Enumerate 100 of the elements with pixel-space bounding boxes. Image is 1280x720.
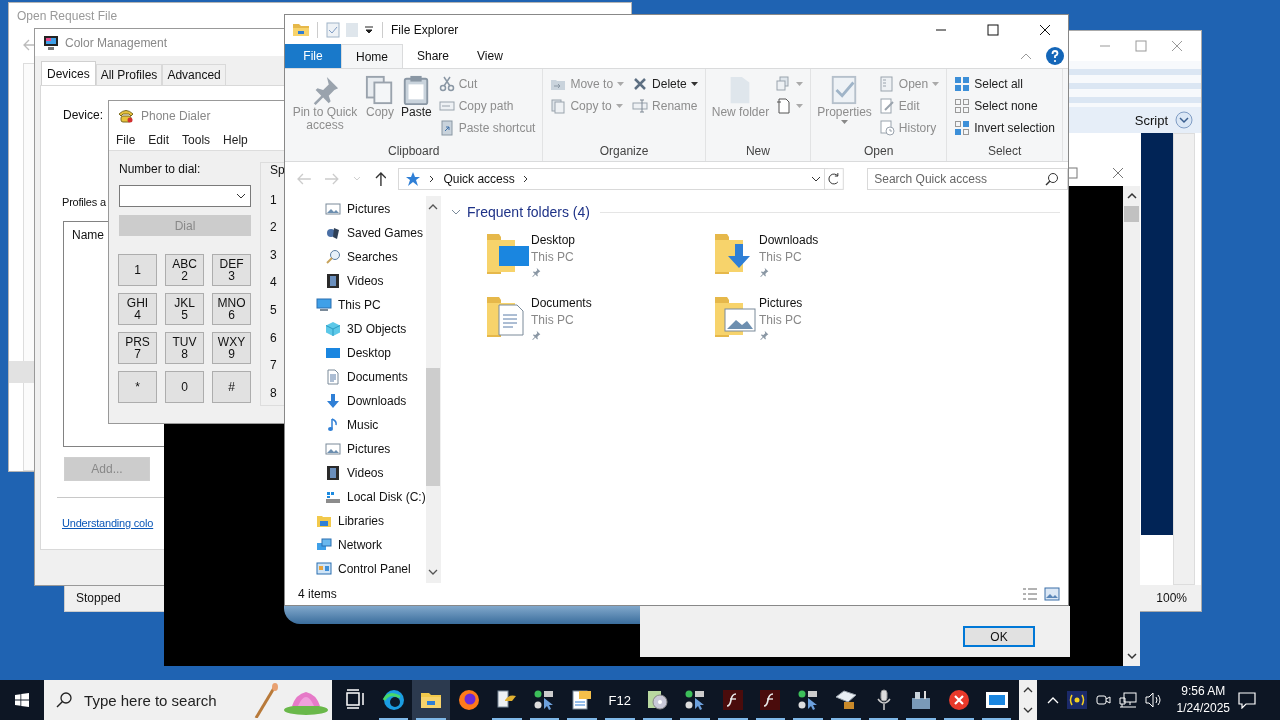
library-folder-icon	[316, 513, 332, 529]
back-arrow-icon	[23, 39, 37, 51]
nav-item[interactable]: Music	[285, 413, 426, 437]
keypad-key[interactable]: GHI 4	[118, 293, 157, 325]
expand-icon[interactable]	[1175, 111, 1193, 129]
dropdown-icon[interactable]	[811, 176, 822, 182]
search-box[interactable]: Search Quick access	[867, 168, 1068, 190]
taskbar-app[interactable]: F12	[600, 680, 639, 720]
ribbon-tab[interactable]: Home	[341, 44, 403, 68]
keypad-key[interactable]: WXY 9	[212, 332, 251, 364]
nav-item[interactable]: This PC	[285, 293, 426, 317]
menu-item[interactable]: Tools	[182, 133, 211, 147]
start-icon[interactable]	[15, 691, 30, 709]
file-tab[interactable]: File	[285, 44, 341, 68]
menu-item[interactable]: File	[116, 133, 136, 147]
menu-item[interactable]: Help	[223, 133, 248, 147]
ribbon-button[interactable]: Delete	[629, 73, 701, 95]
help-link[interactable]: Understanding colo	[62, 517, 154, 529]
nav-item[interactable]: Saved Games	[285, 221, 426, 245]
nav-item[interactable]: Local Disk (C:)	[285, 485, 426, 509]
help-icon[interactable]	[1046, 47, 1064, 65]
history-icon	[878, 120, 895, 136]
dropdown-icon[interactable]	[364, 25, 374, 34]
network-icon[interactable]	[1118, 692, 1137, 708]
keypad-key[interactable]: #	[212, 371, 251, 403]
taskbar-scroller[interactable]	[1019, 680, 1037, 720]
tab[interactable]: Advanced	[162, 64, 226, 85]
nav-item[interactable]: Control Panel	[285, 557, 426, 581]
taskbar-app[interactable]	[412, 680, 451, 720]
speed-dial-number: 6	[270, 330, 278, 345]
up-icon[interactable]	[374, 172, 387, 186]
keypad-key[interactable]: 0	[165, 371, 204, 403]
nav-item[interactable]: Libraries	[285, 509, 426, 533]
open-box-icon	[833, 688, 858, 712]
nav-item[interactable]: Searches	[285, 245, 426, 269]
zoom-level: 100%	[1156, 591, 1187, 605]
scrollbar[interactable]	[1173, 133, 1195, 585]
notification-icon[interactable]	[1238, 691, 1256, 709]
tab[interactable]: All Profiles	[95, 64, 163, 85]
nav-item[interactable]: Downloads	[285, 389, 426, 413]
keypad-key[interactable]: TUV 8	[165, 332, 204, 364]
ribbon-button[interactable]: Select none	[951, 95, 1058, 117]
folder-icon	[293, 22, 309, 37]
scroll-thumb[interactable]	[426, 368, 441, 486]
chevron-icon[interactable]	[451, 208, 461, 216]
dropdown-icon[interactable]	[236, 193, 246, 199]
taskbar-search-field[interactable]: Type here to search	[44, 680, 333, 720]
folder-tile[interactable]: Downloads This PC	[713, 230, 941, 277]
nav-item[interactable]: Documents	[285, 365, 426, 389]
window-title: Color Management	[65, 35, 168, 50]
ribbon-button[interactable]: Select all	[951, 73, 1058, 95]
ok-button[interactable]: OK	[963, 626, 1035, 647]
nav-item[interactable]: Network	[285, 533, 426, 557]
camera-icon[interactable]	[1094, 692, 1111, 708]
field-label: Profiles a	[62, 196, 106, 208]
nav-item[interactable]: Pictures	[285, 437, 426, 461]
search-field[interactable]: Type here to search	[82, 690, 239, 710]
folder-tile[interactable]: Desktop This PC	[485, 230, 713, 277]
close-icon[interactable]	[1039, 23, 1051, 36]
keypad-key[interactable]: ABC 2	[165, 254, 204, 286]
chevron-icon	[522, 175, 529, 183]
group-label: Organize	[598, 144, 650, 160]
keypad-key[interactable]: *	[118, 371, 157, 403]
number-field[interactable]	[119, 185, 251, 207]
refresh-icon[interactable]	[824, 168, 845, 190]
speed-dial-number: 7	[270, 358, 278, 373]
scrollbar[interactable]	[1123, 186, 1140, 666]
keypad-key[interactable]: DEF 3	[212, 254, 251, 286]
nav-item[interactable]: Pictures	[285, 197, 426, 221]
nav-item[interactable]: 3D Objects	[285, 317, 426, 341]
folder-name: Downloads	[759, 233, 819, 247]
section-title[interactable]: Frequent folders (4)	[467, 204, 590, 220]
clock[interactable]: 9:56 AM 1/24/2025	[1176, 683, 1230, 717]
speaker-icon[interactable]	[1144, 692, 1163, 708]
tab[interactable]: Devices	[41, 61, 96, 85]
ribbon-button[interactable]: Invert selection	[951, 117, 1058, 139]
scrollbar[interactable]	[425, 196, 441, 583]
folder-tile[interactable]: Pictures This PC	[713, 293, 941, 340]
keypad-key[interactable]: 1	[118, 254, 157, 286]
scroll-thumb[interactable]	[1124, 206, 1139, 222]
keypad-key[interactable]: JKL 5	[165, 293, 204, 325]
folder-tile[interactable]: Documents This PC	[485, 293, 713, 340]
nav-item[interactable]: Desktop	[285, 341, 426, 365]
search-icon[interactable]	[1045, 172, 1059, 186]
keypad-key[interactable]: MNO 6	[212, 293, 251, 325]
nav-item[interactable]: Videos	[285, 269, 426, 293]
nav-item[interactable]: Videos	[285, 461, 426, 485]
keypad-key[interactable]: PRS 7	[118, 332, 157, 364]
maximize-icon[interactable]	[987, 23, 999, 36]
drive-icon	[325, 489, 341, 505]
document-icon	[325, 369, 341, 385]
large-icons-view-icon[interactable]	[1044, 587, 1060, 601]
chevron-up-icon[interactable]	[1046, 696, 1059, 704]
column-header[interactable]: Name	[72, 228, 104, 242]
ribbon-button[interactable]: Paste	[399, 73, 434, 121]
menu-item[interactable]: Edit	[148, 133, 170, 147]
collapse-icon[interactable]	[1020, 52, 1032, 60]
folder-name: Documents	[531, 296, 592, 310]
maximize-icon[interactable]	[1066, 167, 1078, 179]
broadcast-icon[interactable]	[1066, 691, 1087, 709]
